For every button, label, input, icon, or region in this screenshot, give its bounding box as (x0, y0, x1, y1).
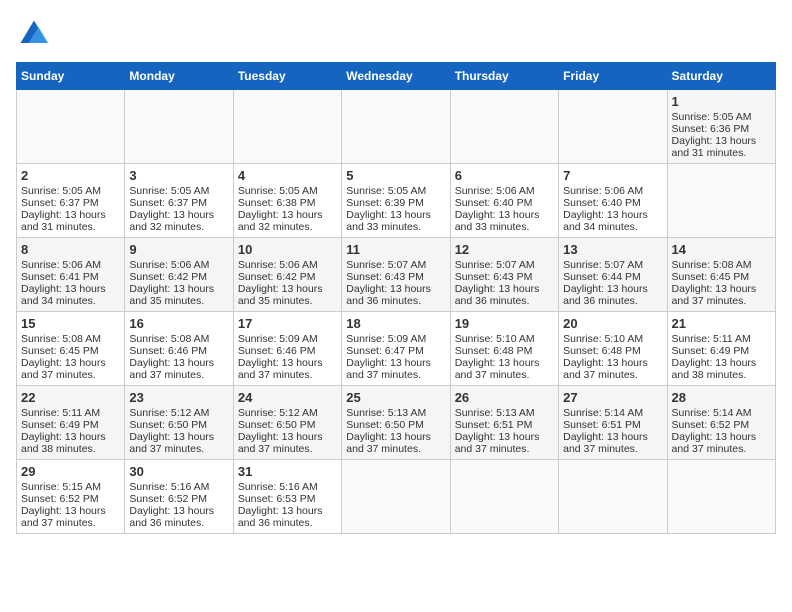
calendar-week-6: 29Sunrise: 5:15 AMSunset: 6:52 PMDayligh… (17, 460, 776, 534)
column-header-monday: Monday (125, 63, 233, 90)
calendar-day-30: 30Sunrise: 5:16 AMSunset: 6:52 PMDayligh… (125, 460, 233, 534)
empty-cell (450, 460, 558, 534)
column-header-saturday: Saturday (667, 63, 775, 90)
calendar-day-10: 10Sunrise: 5:06 AMSunset: 6:42 PMDayligh… (233, 238, 341, 312)
column-header-sunday: Sunday (17, 63, 125, 90)
calendar-day-16: 16Sunrise: 5:08 AMSunset: 6:46 PMDayligh… (125, 312, 233, 386)
empty-cell (667, 164, 775, 238)
calendar-day-21: 21Sunrise: 5:11 AMSunset: 6:49 PMDayligh… (667, 312, 775, 386)
calendar-day-2: 2Sunrise: 5:05 AMSunset: 6:37 PMDaylight… (17, 164, 125, 238)
empty-cell (450, 90, 558, 164)
header-row: SundayMondayTuesdayWednesdayThursdayFrid… (17, 63, 776, 90)
calendar-day-12: 12Sunrise: 5:07 AMSunset: 6:43 PMDayligh… (450, 238, 558, 312)
header (16, 16, 776, 52)
calendar-day-23: 23Sunrise: 5:12 AMSunset: 6:50 PMDayligh… (125, 386, 233, 460)
calendar-day-25: 25Sunrise: 5:13 AMSunset: 6:50 PMDayligh… (342, 386, 450, 460)
calendar-day-28: 28Sunrise: 5:14 AMSunset: 6:52 PMDayligh… (667, 386, 775, 460)
calendar-day-18: 18Sunrise: 5:09 AMSunset: 6:47 PMDayligh… (342, 312, 450, 386)
calendar-table: SundayMondayTuesdayWednesdayThursdayFrid… (16, 62, 776, 534)
calendar-week-3: 8Sunrise: 5:06 AMSunset: 6:41 PMDaylight… (17, 238, 776, 312)
empty-cell (342, 460, 450, 534)
calendar-day-27: 27Sunrise: 5:14 AMSunset: 6:51 PMDayligh… (559, 386, 667, 460)
calendar-day-9: 9Sunrise: 5:06 AMSunset: 6:42 PMDaylight… (125, 238, 233, 312)
empty-cell (342, 90, 450, 164)
empty-cell (125, 90, 233, 164)
calendar-day-26: 26Sunrise: 5:13 AMSunset: 6:51 PMDayligh… (450, 386, 558, 460)
calendar-day-14: 14Sunrise: 5:08 AMSunset: 6:45 PMDayligh… (667, 238, 775, 312)
calendar-day-11: 11Sunrise: 5:07 AMSunset: 6:43 PMDayligh… (342, 238, 450, 312)
calendar-day-31: 31Sunrise: 5:16 AMSunset: 6:53 PMDayligh… (233, 460, 341, 534)
column-header-tuesday: Tuesday (233, 63, 341, 90)
column-header-wednesday: Wednesday (342, 63, 450, 90)
calendar-day-6: 6Sunrise: 5:06 AMSunset: 6:40 PMDaylight… (450, 164, 558, 238)
calendar-day-29: 29Sunrise: 5:15 AMSunset: 6:52 PMDayligh… (17, 460, 125, 534)
calendar-day-19: 19Sunrise: 5:10 AMSunset: 6:48 PMDayligh… (450, 312, 558, 386)
empty-cell (233, 90, 341, 164)
empty-cell (559, 460, 667, 534)
calendar-day-24: 24Sunrise: 5:12 AMSunset: 6:50 PMDayligh… (233, 386, 341, 460)
empty-cell (667, 460, 775, 534)
calendar-day-5: 5Sunrise: 5:05 AMSunset: 6:39 PMDaylight… (342, 164, 450, 238)
column-header-friday: Friday (559, 63, 667, 90)
logo-icon (16, 16, 52, 52)
calendar-day-20: 20Sunrise: 5:10 AMSunset: 6:48 PMDayligh… (559, 312, 667, 386)
calendar-day-8: 8Sunrise: 5:06 AMSunset: 6:41 PMDaylight… (17, 238, 125, 312)
calendar-day-22: 22Sunrise: 5:11 AMSunset: 6:49 PMDayligh… (17, 386, 125, 460)
calendar-week-2: 2Sunrise: 5:05 AMSunset: 6:37 PMDaylight… (17, 164, 776, 238)
calendar-week-1: 1Sunrise: 5:05 AMSunset: 6:36 PMDaylight… (17, 90, 776, 164)
calendar-week-4: 15Sunrise: 5:08 AMSunset: 6:45 PMDayligh… (17, 312, 776, 386)
calendar-day-7: 7Sunrise: 5:06 AMSunset: 6:40 PMDaylight… (559, 164, 667, 238)
empty-cell (17, 90, 125, 164)
column-header-thursday: Thursday (450, 63, 558, 90)
calendar-day-15: 15Sunrise: 5:08 AMSunset: 6:45 PMDayligh… (17, 312, 125, 386)
calendar-day-1: 1Sunrise: 5:05 AMSunset: 6:36 PMDaylight… (667, 90, 775, 164)
calendar-day-17: 17Sunrise: 5:09 AMSunset: 6:46 PMDayligh… (233, 312, 341, 386)
calendar-day-13: 13Sunrise: 5:07 AMSunset: 6:44 PMDayligh… (559, 238, 667, 312)
logo (16, 16, 56, 52)
calendar-day-3: 3Sunrise: 5:05 AMSunset: 6:37 PMDaylight… (125, 164, 233, 238)
calendar-day-4: 4Sunrise: 5:05 AMSunset: 6:38 PMDaylight… (233, 164, 341, 238)
empty-cell (559, 90, 667, 164)
calendar-week-5: 22Sunrise: 5:11 AMSunset: 6:49 PMDayligh… (17, 386, 776, 460)
